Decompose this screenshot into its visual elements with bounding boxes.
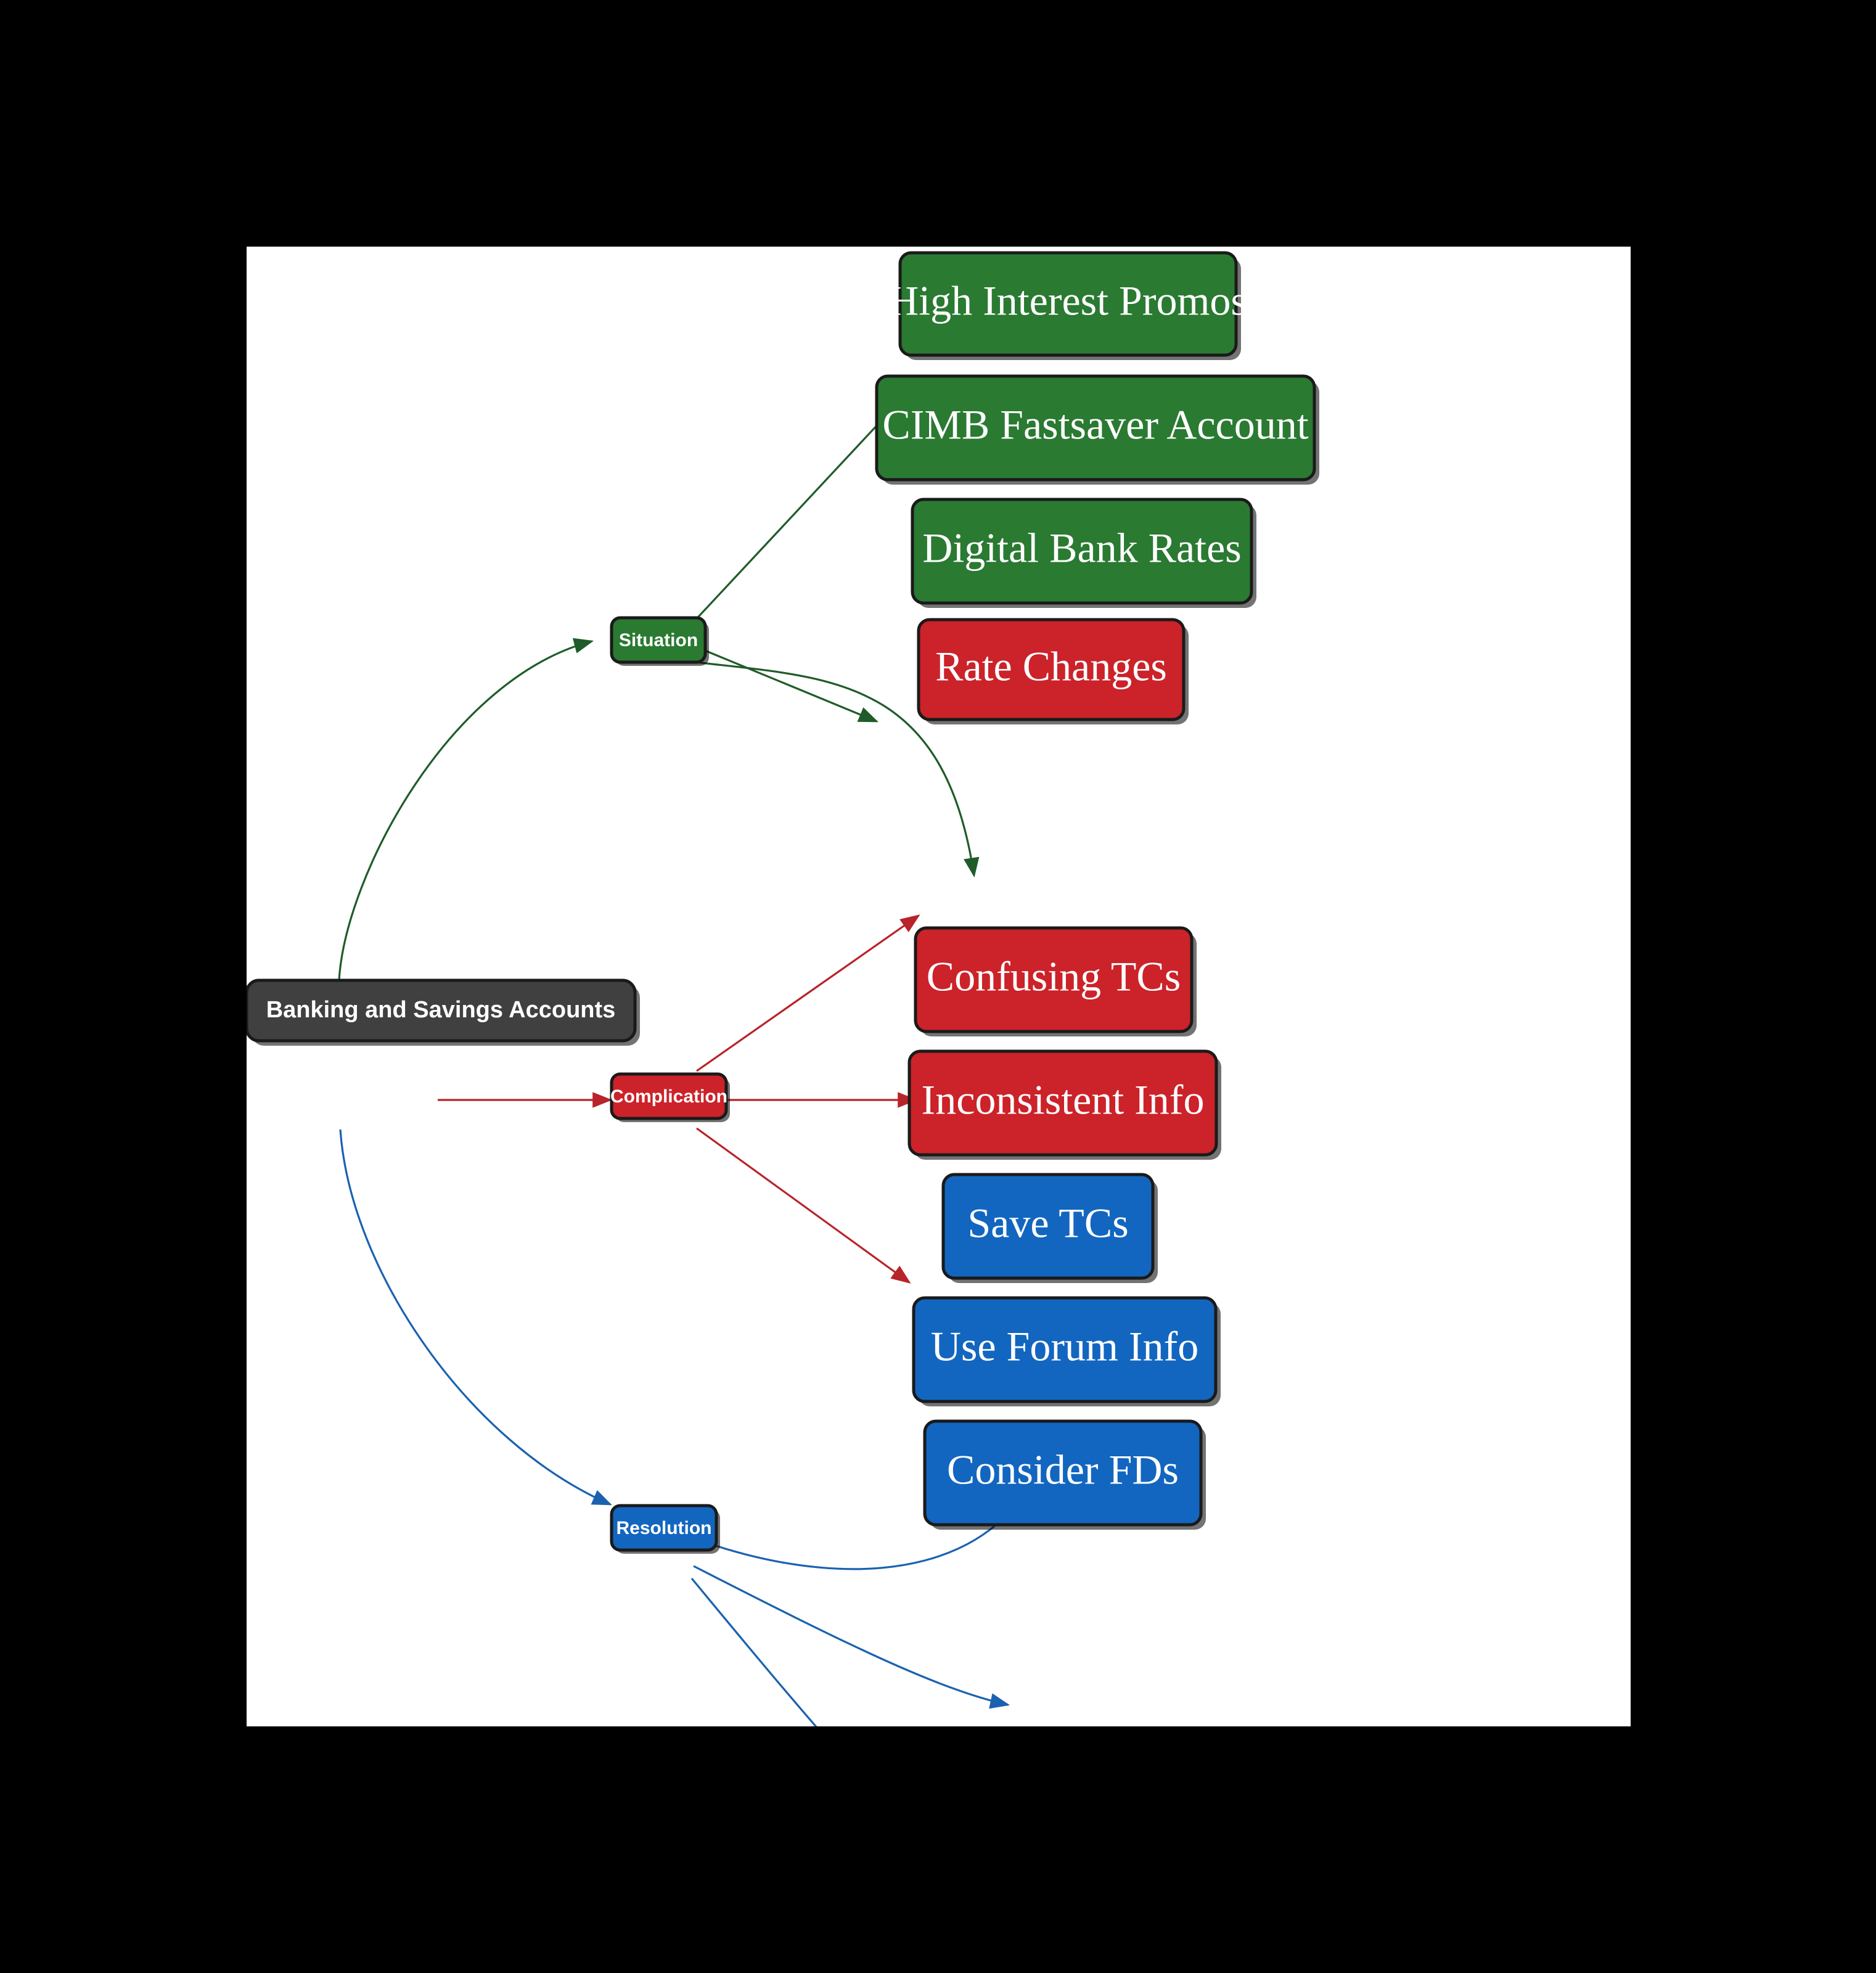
node-rate-changes-label: Rate Changes <box>935 643 1167 690</box>
node-consider-fds[interactable]: Consider FDs <box>923 1419 1206 1530</box>
node-consider-fds-label: Consider FDs <box>947 1446 1179 1493</box>
node-confusing-tcs-label: Confusing TCs <box>927 953 1181 1000</box>
node-save-tcs[interactable]: Save TCs <box>941 1173 1158 1283</box>
node-digital-bank-rates-label: Digital Bank Rates <box>922 525 1241 572</box>
edge-situation-to-high-interest-promos <box>681 402 899 635</box>
edge-resolution-to-consider-fds <box>690 1577 817 1726</box>
node-root-label: Banking and Savings Accounts <box>266 997 616 1023</box>
node-complication[interactable]: Complication <box>610 1072 730 1122</box>
node-cimb-fastsaver-account-label: CIMB Fastsaver Account <box>882 401 1308 448</box>
node-use-forum-info[interactable]: Use Forum Info <box>912 1296 1221 1406</box>
node-resolution-label: Resolution <box>616 1518 712 1538</box>
node-inconsistent-info-label: Inconsistent Info <box>922 1077 1205 1123</box>
node-high-interest-promos[interactable]: High Interest Promos <box>888 251 1247 360</box>
edge-root-to-situation <box>338 638 594 981</box>
node-situation-label: Situation <box>619 630 698 650</box>
edge-resolution-to-use-forum-info <box>693 1565 1010 1709</box>
edge-complication-to-rate-changes <box>696 914 920 1072</box>
node-inconsistent-info[interactable]: Inconsistent Info <box>907 1049 1221 1160</box>
edge-complication-to-inconsistent-info <box>696 1127 911 1284</box>
node-digital-bank-rates[interactable]: Digital Bank Rates <box>911 498 1256 608</box>
node-cimb-fastsaver-account[interactable]: CIMB Fastsaver Account <box>875 374 1319 485</box>
node-save-tcs-label: Save TCs <box>967 1200 1128 1247</box>
node-resolution[interactable]: Resolution <box>610 1504 720 1554</box>
edge-root-to-resolution <box>339 1129 612 1506</box>
node-root[interactable]: Banking and Savings Accounts <box>247 978 640 1046</box>
node-complication-label: Complication <box>610 1086 727 1107</box>
node-rate-changes[interactable]: Rate Changes <box>917 618 1189 724</box>
node-confusing-tcs[interactable]: Confusing TCs <box>914 926 1197 1036</box>
edge-situation-to-cimb-fastsaver-account <box>682 640 879 723</box>
node-situation[interactable]: Situation <box>610 616 709 666</box>
node-use-forum-info-label: Use Forum Info <box>931 1323 1198 1370</box>
diagram-canvas: High Interest Promos CIMB Fastsaver Acco… <box>247 247 1631 1726</box>
mind-map-svg: High Interest Promos CIMB Fastsaver Acco… <box>247 251 1319 1726</box>
node-high-interest-promos-label: High Interest Promos <box>888 277 1247 324</box>
screenshot-stage: High Interest Promos CIMB Fastsaver Acco… <box>0 0 1876 1973</box>
